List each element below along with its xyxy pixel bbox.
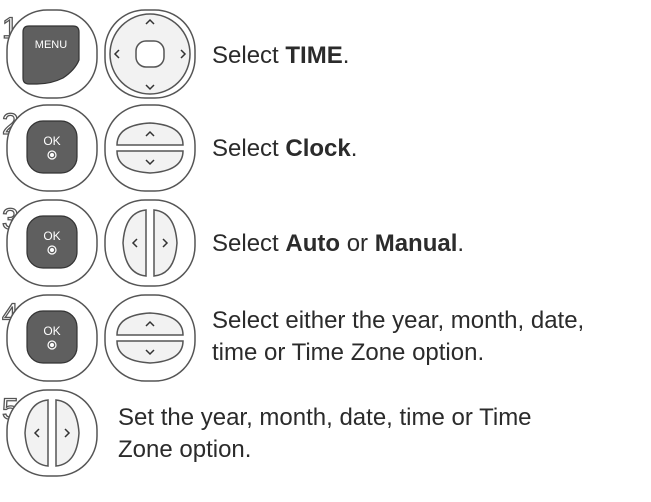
step-1-instruction: Select TIME.: [212, 42, 350, 69]
step-4-instruction-line-2: time or Time Zone option.: [212, 339, 485, 366]
step-5: 5 Set the year, month, date, time or Tim…: [0, 385, 651, 502]
step-4-instruction-line-1: Select either the year, month, date,: [212, 307, 585, 334]
step-5-instruction-line-1: Set the year, month, date, time or Time: [118, 404, 532, 431]
step-2-instruction: Select Clock.: [212, 135, 358, 162]
up-down-buttons-icon: [103, 293, 197, 388]
svg-text:OK: OK: [43, 324, 60, 338]
step-1: 1 MENU Select TIME.: [0, 0, 651, 100]
left-right-buttons-icon: [5, 388, 99, 483]
ok-button-icon: OK: [5, 293, 99, 388]
step-5-instruction-line-2: Zone option.: [118, 436, 252, 463]
four-way-nav-pad-icon: [103, 8, 197, 105]
step-3: 3 OK Select Auto or Manual.: [0, 195, 651, 290]
step-3-instruction: Select Auto or Manual.: [212, 230, 465, 257]
ok-button-icon: OK: [5, 103, 99, 198]
up-down-buttons-icon: [103, 103, 197, 198]
step-2: 2 OK Select Clock.: [0, 100, 651, 195]
menu-button-icon: MENU: [5, 8, 99, 105]
svg-text:MENU: MENU: [35, 39, 67, 51]
svg-text:OK: OK: [43, 229, 60, 243]
svg-text:OK: OK: [43, 134, 60, 148]
ok-button-icon: OK: [5, 198, 99, 293]
left-right-buttons-icon: [103, 198, 197, 293]
